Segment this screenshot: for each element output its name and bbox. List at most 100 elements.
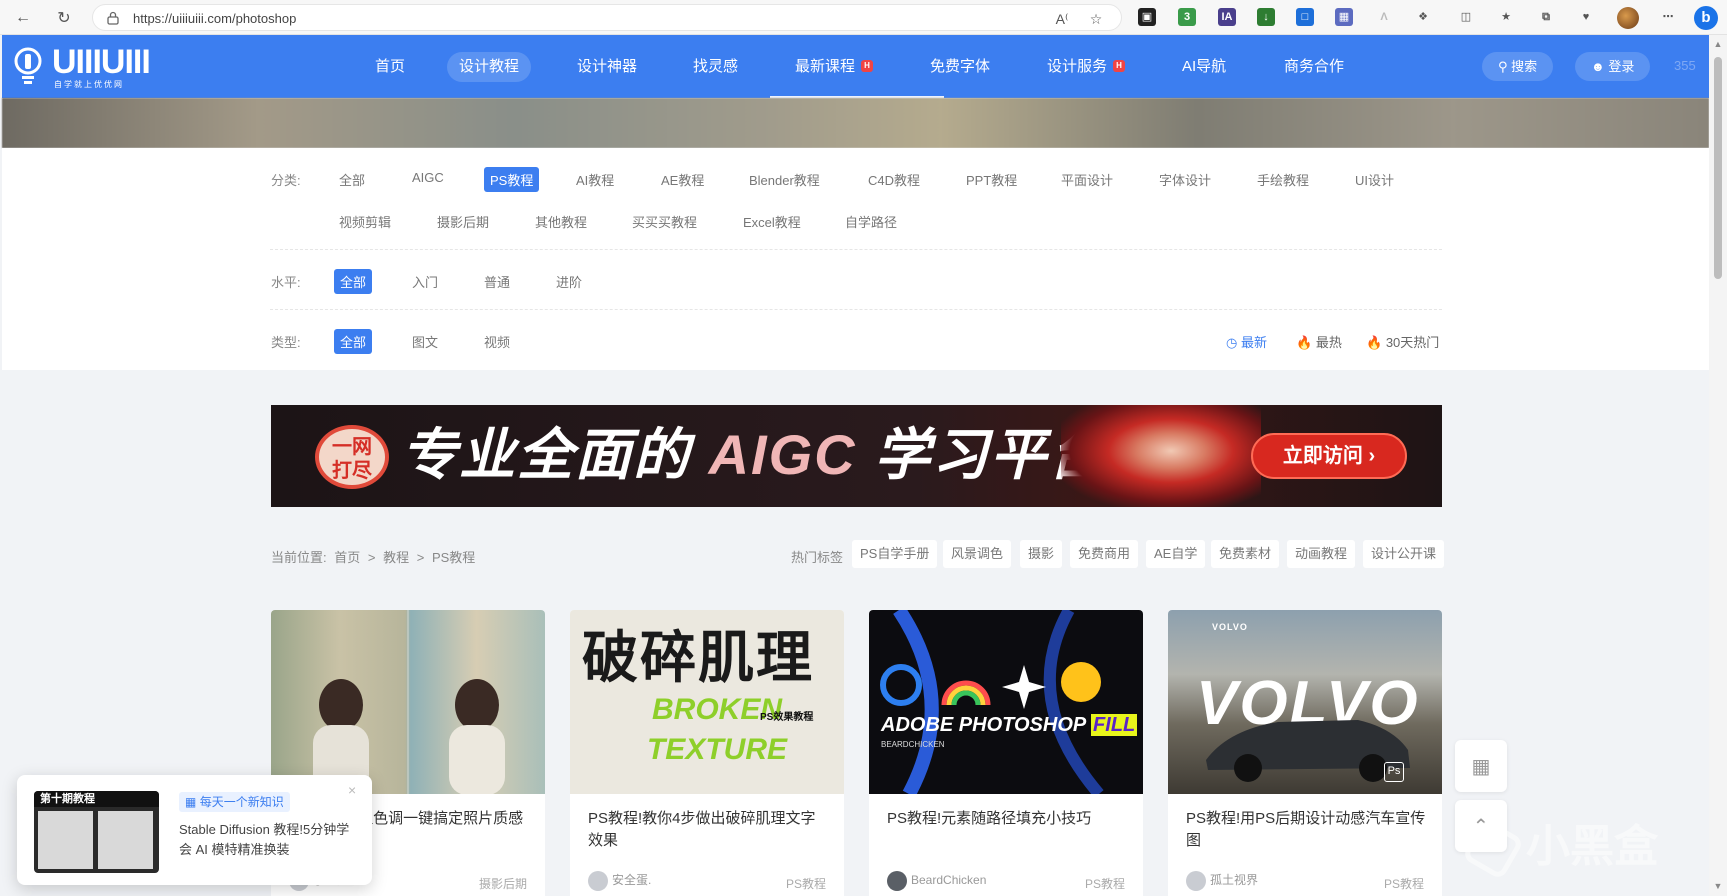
more-menu-icon[interactable]: ⋯ <box>1659 8 1677 26</box>
category-ae[interactable]: AE教程 <box>661 170 704 189</box>
logo-text[interactable]: UIIIUIII <box>52 45 151 79</box>
extension-icon-3[interactable]: IA <box>1218 8 1236 26</box>
category-handdraw[interactable]: 手绘教程 <box>1257 170 1309 189</box>
card-author[interactable]: 孤土视界 <box>1186 871 1258 891</box>
nav-home[interactable]: 首页 <box>363 52 417 82</box>
card-title[interactable]: PS教程!用PS后期设计动感汽车宣传图 <box>1186 808 1426 852</box>
extension-icon-7[interactable]: Λ <box>1375 8 1393 26</box>
category-video[interactable]: 视频剪辑 <box>339 212 391 231</box>
type-article[interactable]: 图文 <box>412 332 438 351</box>
close-icon[interactable]: × <box>348 783 362 797</box>
scroll-down-icon[interactable]: ▼ <box>1713 881 1723 891</box>
card-category[interactable]: PS教程 <box>786 875 826 892</box>
nav-latest-courses[interactable]: 最新课程 H <box>783 52 885 82</box>
popup-thumbnail[interactable]: 第十期教程 <box>34 791 159 873</box>
popup-text[interactable]: Stable Diffusion 教程!5分钟学会 AI 模特精准换装 <box>179 820 359 860</box>
popup-thumb-image <box>98 811 153 869</box>
login-button[interactable]: ☻ 登录 <box>1575 52 1651 81</box>
scroll-up-icon[interactable]: ▲ <box>1713 39 1723 49</box>
category-shopping[interactable]: 买买买教程 <box>632 212 697 231</box>
category-c4d[interactable]: C4D教程 <box>868 170 920 189</box>
download-extension-icon[interactable]: ↓ <box>1257 8 1275 26</box>
search-button[interactable]: ⚲ 搜索 <box>1482 52 1554 81</box>
qr-code-button[interactable]: ▦ <box>1455 740 1507 792</box>
card-category[interactable]: PS教程 <box>1085 875 1125 892</box>
apps-icon[interactable]: ▦ <box>1335 8 1353 26</box>
extension-icon-2[interactable]: 3 <box>1178 8 1196 26</box>
category-path[interactable]: 自学路径 <box>845 212 897 231</box>
hot-tag[interactable]: PS自学手册 <box>852 540 938 568</box>
hot-tag[interactable]: AE自学 <box>1146 540 1206 568</box>
category-ai[interactable]: AI教程 <box>576 170 614 189</box>
nav-business[interactable]: 商务合作 <box>1272 52 1356 82</box>
profile-avatar[interactable] <box>1617 7 1639 29</box>
category-graphic[interactable]: 平面设计 <box>1061 170 1113 189</box>
category-font[interactable]: 字体设计 <box>1159 170 1211 189</box>
breadcrumb-tutorials[interactable]: 教程 <box>383 550 409 565</box>
aigc-promo-banner[interactable]: 一网 打尽 专业全面的 AIGC 学习平台 立即访问 › <box>271 405 1442 507</box>
category-photo[interactable]: 摄影后期 <box>437 212 489 231</box>
nav-design-services[interactable]: 设计服务 H <box>1035 52 1137 82</box>
nav-free-fonts[interactable]: 免费字体 <box>918 52 1002 82</box>
hot-tag[interactable]: 动画教程 <box>1287 540 1356 568</box>
sort-30day[interactable]: 🔥 30天热门 <box>1366 332 1439 351</box>
bing-copilot-icon[interactable]: b <box>1694 6 1718 30</box>
category-blender[interactable]: Blender教程 <box>749 170 820 189</box>
hot-tag[interactable]: 免费商用 <box>1070 540 1139 568</box>
sort-hottest[interactable]: 🔥 最热 <box>1296 332 1342 351</box>
level-advanced[interactable]: 进阶 <box>556 272 582 291</box>
address-bar[interactable]: https://uiiiuiii.com/photoshop A⁽ ☆ <box>92 4 1122 31</box>
nav-design-tools[interactable]: 设计神器 <box>565 52 649 82</box>
scroll-thumb[interactable] <box>1714 57 1722 279</box>
refresh-icon[interactable]: ↻ <box>53 7 75 29</box>
performance-icon[interactable]: ♥ <box>1577 8 1595 26</box>
clock-icon: ◷ <box>1226 335 1238 350</box>
card-category[interactable]: PS教程 <box>1384 875 1424 892</box>
hot-tag[interactable]: 摄影 <box>1020 540 1063 568</box>
banner-visit-button[interactable]: 立即访问 › <box>1251 433 1407 479</box>
card-title[interactable]: PS教程!元素随路径填充小技巧 <box>887 808 1127 830</box>
extensions-puzzle-icon[interactable]: ❖ <box>1414 8 1432 26</box>
page-scrollbar[interactable]: ▲ ▼ <box>1709 35 1727 896</box>
read-aloud-icon[interactable]: A⁽ <box>1053 10 1071 28</box>
extension-icon-1[interactable]: ▣ <box>1138 8 1156 26</box>
category-ppt[interactable]: PPT教程 <box>966 170 1017 189</box>
nav-label: 设计教程 <box>459 58 520 75</box>
favorite-star-icon[interactable]: ☆ <box>1087 10 1105 28</box>
card-author[interactable]: BeardChicken <box>887 871 986 891</box>
nav-ai-navigation[interactable]: AI导航 <box>1170 52 1238 82</box>
hot-tag[interactable]: 免费素材 <box>1211 540 1280 568</box>
category-ui[interactable]: UI设计 <box>1355 170 1394 189</box>
breadcrumb-home[interactable]: 首页 <box>334 550 360 565</box>
nav-inspiration[interactable]: 找灵感 <box>681 52 750 82</box>
sort-latest[interactable]: ◷ 最新 <box>1226 332 1267 351</box>
card-author[interactable]: 安全蛋. <box>588 871 651 891</box>
favorites-icon[interactable]: ★ <box>1497 8 1515 26</box>
article-card[interactable]: ADOBE PHOTOSHOP FILL BEARDCHICKEN PS教程!元… <box>869 610 1143 896</box>
type-video[interactable]: 视频 <box>484 332 510 351</box>
level-beginner[interactable]: 入门 <box>412 272 438 291</box>
category-other[interactable]: 其他教程 <box>535 212 587 231</box>
hot-tag[interactable]: 风景调色 <box>943 540 1012 568</box>
level-normal[interactable]: 普通 <box>484 272 510 291</box>
article-card[interactable]: 破碎肌理 BROKEN TEXTURE PS效果教程 PS教程!教你4步做出破碎… <box>570 610 844 896</box>
back-icon[interactable]: ← <box>12 7 34 29</box>
article-card[interactable]: VOLVO VOLVO Ps PS教程!用PS后期设计动感汽车宣传图 孤土视界 … <box>1168 610 1442 896</box>
daily-tip-popup[interactable]: 第十期教程 ▦ 每天一个新知识 × Stable Diffusion 教程!5分… <box>17 775 372 885</box>
card-title[interactable]: PS教程!教你4步做出破碎肌理文字效果 <box>588 808 828 852</box>
type-all[interactable]: 全部 <box>334 329 373 354</box>
extension-icon-5[interactable]: □ <box>1296 8 1314 26</box>
nav-design-tutorials[interactable]: 设计教程 <box>447 52 532 82</box>
collections-icon[interactable]: ⧉ <box>1537 8 1555 26</box>
split-screen-icon[interactable]: ◫ <box>1457 8 1475 26</box>
level-all[interactable]: 全部 <box>334 269 373 294</box>
category-ps[interactable]: PS教程 <box>484 167 540 192</box>
category-excel[interactable]: Excel教程 <box>743 212 801 231</box>
hot-tag[interactable]: 设计公开课 <box>1363 540 1445 568</box>
card-category[interactable]: 摄影后期 <box>479 875 527 892</box>
category-aigc[interactable]: AIGC <box>412 170 444 185</box>
logo-bulb-icon[interactable] <box>13 47 43 85</box>
hero-image-strip <box>2 98 1709 148</box>
category-all[interactable]: 全部 <box>339 170 365 189</box>
flame-icon: 🔥 <box>1366 335 1383 350</box>
